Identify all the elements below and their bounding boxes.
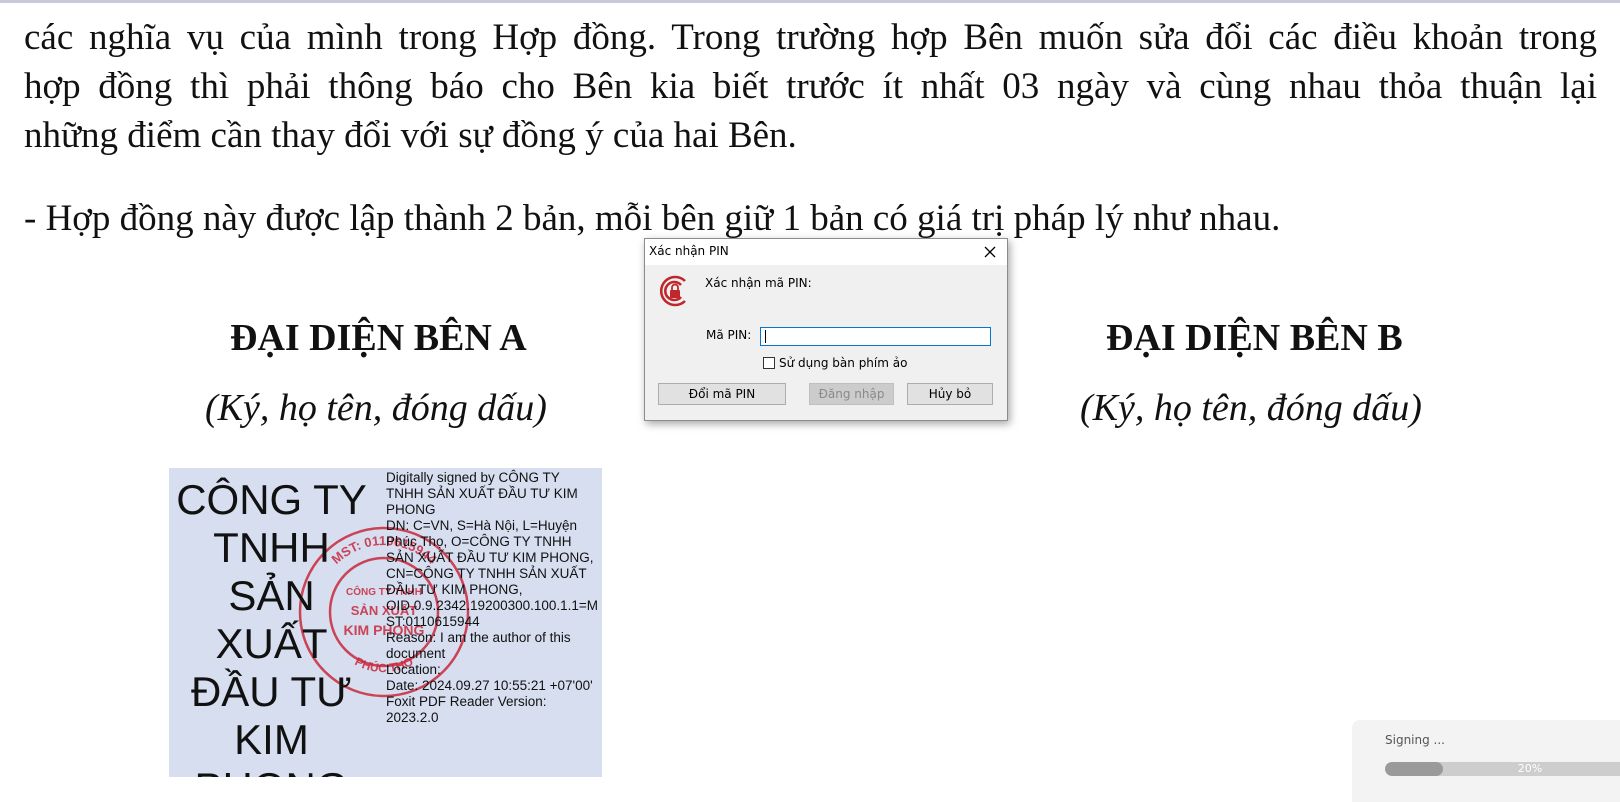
signature-detail-line: Reason: I am the author of this document	[386, 630, 571, 661]
party-b-subtitle: (Ký, họ tên, đóng dấu)	[1080, 387, 1422, 429]
signing-progress-bar: 20%	[1385, 762, 1620, 776]
pin-input[interactable]	[760, 327, 991, 346]
doc-paragraph-line-4: - Hợp đồng này được lập thành 2 bản, mỗi…	[24, 198, 1281, 239]
signing-status-text: Signing ...	[1385, 733, 1445, 747]
pin-field-label: Mã PIN:	[706, 328, 752, 342]
pin-confirm-dialog: Xác nhận PIN Xác nhận mã PIN: Mã PIN: Sử…	[644, 238, 1008, 421]
signer-name: CÔNG TY TNHH SẢN XUẤT ĐẦU TƯ KIM PHONG	[169, 476, 374, 777]
party-b-title: ĐẠI DIỆN BÊN B	[1106, 317, 1403, 359]
signature-detail-line: Digitally signed by CÔNG TY TNHH SẢN XUẤ…	[386, 470, 578, 517]
digital-signature-field[interactable]: MST: 0110615944 PHÚC THỌ CÔNG TY TNHH SẢ…	[169, 468, 602, 777]
signature-detail-line: Date: 2024.09.27 10:55:21 +07'00'	[386, 678, 593, 693]
signature-detail-line: DN: C=VN, S=Hà Nội, L=Huyện Phúc Thọ, O=…	[386, 518, 594, 597]
login-button[interactable]: Đăng nhập	[809, 383, 894, 405]
signer-name-line: PHONG	[169, 764, 374, 777]
doc-paragraph-line-1: các nghĩa vụ của mình trong Hợp đồng. Tr…	[24, 17, 1597, 58]
signing-progress-label: 20%	[1517, 762, 1543, 775]
signature-detail-line: OID.0.9.2342.19200300.100.1.1=MST:011061…	[386, 598, 599, 629]
signer-name-line: ĐẦU TƯ	[190, 668, 353, 715]
party-a-subtitle: (Ký, họ tên, đóng dấu)	[205, 387, 547, 429]
change-pin-button[interactable]: Đổi mã PIN	[658, 383, 786, 405]
dialog-titlebar[interactable]: Xác nhận PIN	[645, 239, 1007, 265]
signing-progress-toast: Signing ... 20%	[1352, 720, 1620, 802]
signature-detail-line: Location:	[386, 662, 441, 677]
text-caret	[765, 330, 766, 343]
app-logo-icon	[658, 274, 692, 308]
page-top-border	[0, 0, 1620, 3]
signer-name-line: TNHH	[213, 524, 330, 571]
cancel-button[interactable]: Hủy bỏ	[907, 383, 993, 405]
virtual-keyboard-label[interactable]: Sử dụng bàn phím ảo	[779, 356, 907, 370]
doc-paragraph-line-2: hợp đồng thì phải thông báo cho Bên kia …	[24, 66, 1597, 107]
doc-paragraph-line-3: những điểm cần thay đổi với sự đồng ý củ…	[24, 115, 797, 156]
signature-details: Digitally signed by CÔNG TY TNHH SẢN XUẤ…	[386, 470, 600, 726]
party-a-title: ĐẠI DIỆN BÊN A	[230, 317, 527, 359]
signer-name-line: KIM	[234, 716, 309, 763]
virtual-keyboard-checkbox[interactable]	[763, 357, 775, 369]
pin-prompt: Xác nhận mã PIN:	[705, 276, 812, 290]
close-icon[interactable]	[979, 241, 1001, 263]
signer-name-line: CÔNG TY	[176, 476, 367, 523]
dialog-title: Xác nhận PIN	[649, 244, 729, 258]
signature-detail-line: Foxit PDF Reader Version: 2023.2.0	[386, 694, 547, 725]
signer-name-line: SẢN XUẤT	[215, 572, 328, 667]
